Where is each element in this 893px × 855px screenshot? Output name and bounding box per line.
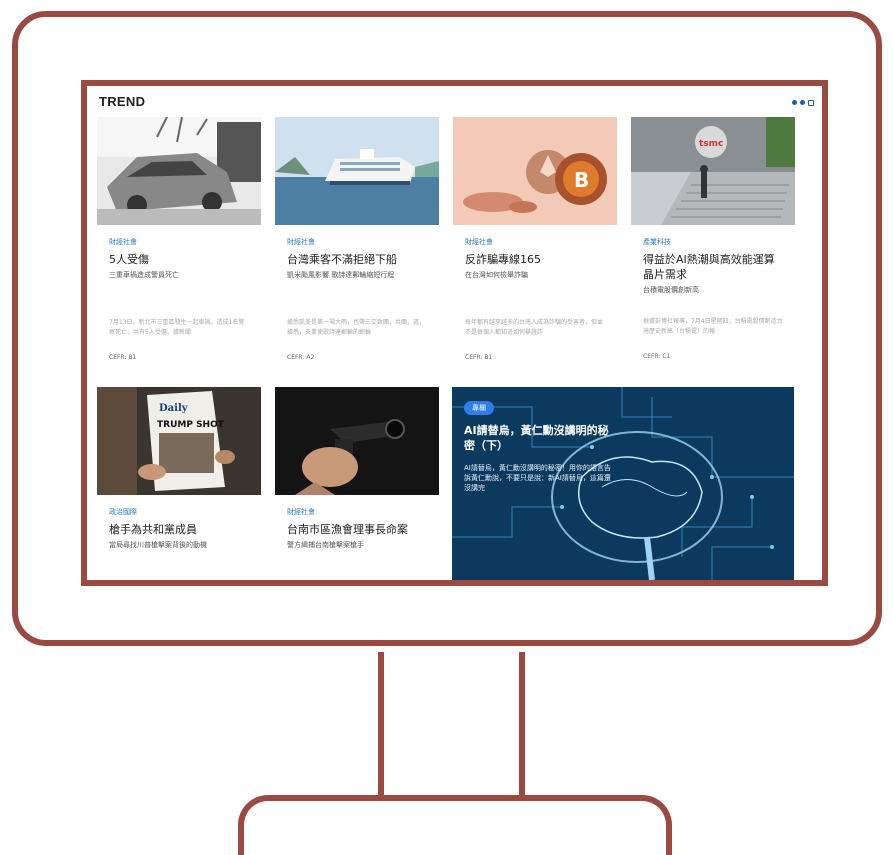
article-subtitle: 三重車禍造成警員死亡 <box>109 271 179 279</box>
monitor-stand-base <box>238 795 672 855</box>
section-title: TREND <box>99 94 146 109</box>
feature-badge: 專欄 <box>464 401 494 415</box>
article-excerpt: 7月13日，新北市三重區發生一起車禍，造成1名警察死亡，共有5人受傷。據新聞 <box>109 319 245 336</box>
article-category[interactable]: 政治國際 <box>109 507 249 517</box>
cefr-level: CEFR: B1 <box>465 354 493 361</box>
article-title[interactable]: 反詐騙專線165 <box>465 252 605 267</box>
cefr-level: CEFR: A2 <box>287 354 315 361</box>
svg-text:TRUMP SHOT: TRUMP SHOT <box>157 420 225 430</box>
article-excerpt: 每年都有越來越多的台灣人成為詐騙的受害者，但並不是每個人都知道如何舉證詐 <box>465 319 604 336</box>
article-subtitle: 當局尋找川普槍擊案背後的動機 <box>109 541 207 549</box>
article-subtitle: 台積電股價創新高 <box>643 286 699 294</box>
handgun-photo[interactable] <box>275 387 439 495</box>
article-title[interactable]: 台南市區漁會理事長命案 <box>287 522 427 537</box>
article-category[interactable]: 財經社會 <box>287 507 427 517</box>
crypto-coins-photo[interactable]: B <box>453 117 617 225</box>
article-title[interactable]: 得益於AI熱潮與高效能運算晶片需求 <box>643 252 783 282</box>
article-excerpt: 據悉凱美是第一場大雨，也帶三交致團，共團，道，據悉，失業使歌詩達郵輪的郵輪 <box>287 319 426 336</box>
article-card[interactable]: 財經社會 5人受傷 三重車禍造成警員死亡 7月13日，新北市三重區發生一起車禍，… <box>97 117 261 361</box>
article-category[interactable]: 財經社會 <box>465 237 605 247</box>
monitor-stand-neck <box>378 652 525 804</box>
carousel-pager[interactable] <box>792 100 814 106</box>
article-card[interactable]: tsmc 產業科技 得益於AI熱潮與高效能運算晶片需求 台積電股價創新高 根據彭… <box>631 117 795 360</box>
article-category[interactable]: 產業科技 <box>643 237 783 247</box>
article-category[interactable]: 財經社會 <box>287 237 427 247</box>
pager-dot[interactable] <box>800 100 805 105</box>
pager-dot[interactable] <box>792 100 797 105</box>
article-card[interactable]: Daily TRUMP SHOT 政治國際 槍手為共和黨成員 當局尋找川普槍擊案… <box>97 387 261 550</box>
screen: TREND 財經社會 5人受傷 三重車禍造成警員死亡 7月13日，新北市三重區發… <box>81 80 828 586</box>
newspaper-photo[interactable]: Daily TRUMP SHOT <box>97 387 261 495</box>
article-excerpt: 根據彭博社報導，7月4日星期四，台積電股價創造台灣歷史新高（台積電）的報 <box>643 318 783 335</box>
article-title[interactable]: 槍手為共和黨成員 <box>109 522 249 537</box>
featured-article-card[interactable]: 專欄 AI請替烏，黃仁勳沒講明的秘密（下） AI請替烏，黃仁勳沒講明的秘密！用你… <box>452 387 794 580</box>
tsmc-building-photo[interactable]: tsmc <box>631 117 795 225</box>
feature-title[interactable]: AI請替烏，黃仁勳沒講明的秘密（下） <box>464 423 614 453</box>
article-title[interactable]: 5人受傷 <box>109 252 249 267</box>
svg-text:tsmc: tsmc <box>699 139 723 149</box>
cruise-ship-photo[interactable] <box>275 117 439 225</box>
svg-text:B: B <box>574 168 589 192</box>
cefr-level: CEFR: B1 <box>109 354 137 361</box>
cefr-level: CEFR: C1 <box>643 353 671 360</box>
feature-description: AI請替烏，黃仁勳沒講明的秘密！用你的語言告訴黃仁勳說，不要只是說：新AI請替烏… <box>464 464 611 492</box>
car-wreck-photo[interactable] <box>97 117 261 225</box>
article-title[interactable]: 台灣乘客不滿拒絕下船 <box>287 252 427 267</box>
article-category[interactable]: 財經社會 <box>109 237 249 247</box>
article-card[interactable]: 財經社會 台灣乘客不滿拒絕下船 凱米颱風影響 歌詩達郵輪縮短行程 據悉凱美是第一… <box>275 117 439 361</box>
article-card[interactable]: B 財經社會 反詐騙專線165 在台灣如何檢舉詐騙 每年都有越來越多的台灣人成為… <box>453 117 617 361</box>
article-subtitle: 在台灣如何檢舉詐騙 <box>465 271 528 279</box>
pager-dot[interactable] <box>808 100 814 106</box>
article-card[interactable]: 財經社會 台南市區漁會理事長命案 警方緝捕台南槍擊案槍手 <box>275 387 439 550</box>
article-subtitle: 凱米颱風影響 歌詩達郵輪縮短行程 <box>287 271 395 279</box>
svg-text:Daily: Daily <box>159 403 189 414</box>
article-subtitle: 警方緝捕台南槍擊案槍手 <box>287 541 364 549</box>
